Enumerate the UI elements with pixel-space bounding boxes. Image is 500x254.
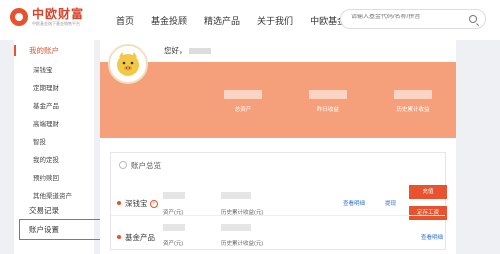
row-dot-icon: [117, 235, 121, 239]
sidebar-item-smart-invest[interactable]: 智投: [14, 136, 94, 146]
stat-yesterday-earnings: 昨日收益: [293, 90, 363, 113]
view-details-link[interactable]: 查看明细: [343, 199, 365, 207]
overview-icon: [119, 161, 127, 169]
brand-name: 中欧财富: [32, 7, 85, 21]
row-name-shenqianbao: 深钱宝?: [125, 198, 158, 209]
nav-home[interactable]: 首页: [116, 15, 134, 27]
user-bar: 您好，: [100, 40, 456, 62]
help-icon[interactable]: ?: [149, 200, 158, 209]
search-input[interactable]: [351, 14, 461, 20]
top-header: 中欧财富 中欧基金旗下基金销售平台 首页 基金投顾 精选产品 关于我们 中欧基金: [0, 0, 500, 40]
masked-value: [224, 90, 262, 99]
sidebar-item-scheduled-redeem[interactable]: 预约赎回: [14, 172, 94, 182]
masked-value: [221, 224, 251, 231]
brand-logo[interactable]: 中欧财富 中欧基金旗下基金销售平台: [10, 8, 84, 26]
sidebar-transactions[interactable]: 交易记录: [14, 205, 94, 216]
recharge-button[interactable]: 充值: [409, 185, 447, 199]
sidebar-item-shenqianbao[interactable]: 深钱宝: [14, 64, 94, 74]
sidebar-item-fund-products[interactable]: 基金产品: [14, 100, 94, 110]
row-label: 历史累计收益(元): [221, 241, 264, 247]
main-panel: 您好， 总资产 昨日收益 历史累计收益 账户总览 深钱宝 ? 资产(元) 历史累…: [100, 40, 456, 254]
nav-about-us[interactable]: 关于我们: [257, 15, 293, 27]
divider: [111, 215, 445, 216]
greeting: 您好，: [164, 45, 211, 56]
stat-total-assets: 总资产: [208, 90, 278, 113]
sidebar-item-premium[interactable]: 高端理财: [14, 118, 94, 128]
logo-icon: [10, 8, 28, 26]
search-icon[interactable]: [469, 15, 477, 23]
brand-tagline: 中欧基金旗下基金销售平台: [32, 21, 80, 26]
masked-username: [188, 48, 211, 55]
stat-label: 历史累计收益: [396, 107, 430, 113]
masked-value: [163, 192, 185, 199]
sidebar-item-my-plans[interactable]: 我的定投: [14, 154, 94, 164]
settings-highlight-box: [19, 219, 107, 240]
main-nav: 首页 基金投顾 精选产品 关于我们 中欧基金: [116, 15, 363, 27]
avatar[interactable]: [108, 44, 148, 84]
account-overview: 账户总览 深钱宝? 资产(元) 历史累计收益(元) 查看明细 提现 充值 定存工…: [110, 152, 447, 250]
sidebar-item-fixed-term[interactable]: 定期理财: [14, 82, 94, 92]
nav-fund-advisory[interactable]: 基金投顾: [151, 15, 187, 27]
overview-title: 账户总览: [131, 161, 161, 170]
stat-cumulative-earnings: 历史累计收益: [378, 90, 448, 113]
nav-featured-products[interactable]: 精选产品: [204, 15, 240, 27]
row-dot-icon: [117, 201, 121, 205]
withdraw-link[interactable]: 提现: [385, 199, 396, 207]
salary-deposit-button[interactable]: 定存工资: [409, 206, 447, 220]
stat-label: 总资产: [234, 107, 252, 113]
row-name-fund-products: 基金产品: [125, 233, 155, 242]
masked-value: [163, 224, 185, 231]
asset-banner: 总资产 昨日收益 历史累计收益: [100, 44, 456, 138]
sidebar-item-other-assets[interactable]: 其他渠道资产: [14, 190, 94, 200]
greeting-text: 您好，: [164, 46, 187, 55]
stat-label: 昨日收益: [316, 107, 339, 113]
masked-value: [309, 90, 347, 99]
search-box: [340, 9, 486, 29]
sidebar-my-account[interactable]: 我的账户: [14, 45, 94, 56]
view-details-link[interactable]: 查看明细: [421, 233, 443, 241]
masked-value: [221, 192, 251, 199]
masked-value: [394, 90, 432, 99]
row-label: 资产(元): [163, 241, 184, 247]
pig-mascot-icon: [117, 52, 139, 76]
